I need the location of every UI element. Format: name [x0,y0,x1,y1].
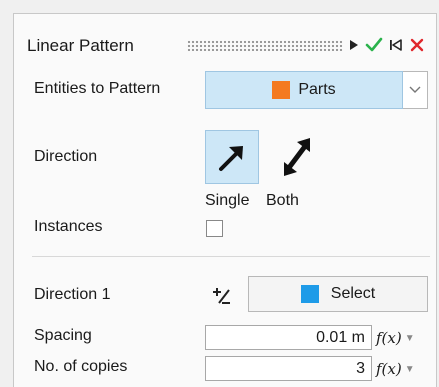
panel-title: Linear Pattern [27,36,134,55]
parts-button-label: Parts [298,81,336,98]
direction-both-label: Both [266,192,299,209]
parts-button[interactable]: Parts [205,71,403,109]
instances-label: Instances [34,218,103,235]
select-direction-button[interactable]: Select [248,276,428,312]
spacing-label: Spacing [34,327,92,344]
direction-label: Direction [34,148,98,165]
direction1-label: Direction 1 [34,286,111,303]
select-swatch-icon [300,285,319,303]
single-arrow-icon [219,146,243,171]
close-icon[interactable] [407,34,427,56]
chevron-down-icon [409,86,421,93]
parts-swatch-icon [272,81,291,99]
direction-single-label: Single [205,192,250,209]
entities-dropdown-button[interactable] [403,71,428,109]
double-arrow-icon [284,138,310,176]
entities-label: Entities to Pattern [34,80,161,97]
spacing-fx-button[interactable]: f(x) ▼ [376,326,418,350]
spacing-input[interactable]: 0.01 m [205,325,372,350]
flip-direction-icon[interactable] [210,284,232,306]
fx-icon: f(x) [376,360,402,378]
run-icon[interactable] [347,34,361,56]
direction-both-button[interactable] [270,130,324,184]
check-icon[interactable] [364,34,384,56]
section-divider [32,256,430,257]
select-button-label: Select [330,285,376,302]
skip-back-icon[interactable] [387,34,405,56]
fx-icon: f(x) [376,329,402,347]
copies-fx-button[interactable]: f(x) ▼ [376,357,418,381]
instances-checkbox[interactable] [206,220,223,237]
linear-pattern-panel: Linear Pattern Entities to Pattern Parts… [13,13,437,387]
direction-single-button[interactable] [205,130,259,184]
chevron-down-icon: ▼ [404,332,415,344]
chevron-down-icon: ▼ [404,363,415,375]
copies-label: No. of copies [34,358,128,375]
copies-input[interactable]: 3 [205,356,372,381]
drag-handle[interactable] [187,40,343,51]
